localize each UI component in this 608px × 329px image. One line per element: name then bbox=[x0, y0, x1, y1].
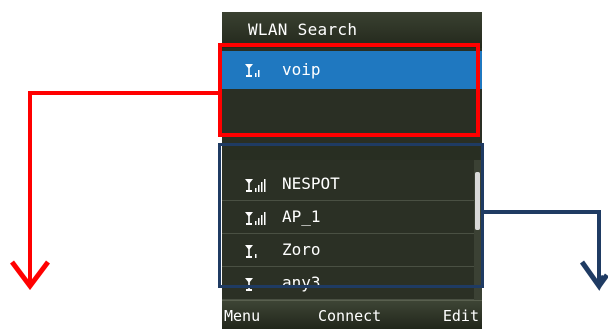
red-arrow bbox=[10, 91, 218, 291]
annotation-arrows bbox=[10, 91, 608, 291]
navy-arrow bbox=[484, 210, 608, 291]
